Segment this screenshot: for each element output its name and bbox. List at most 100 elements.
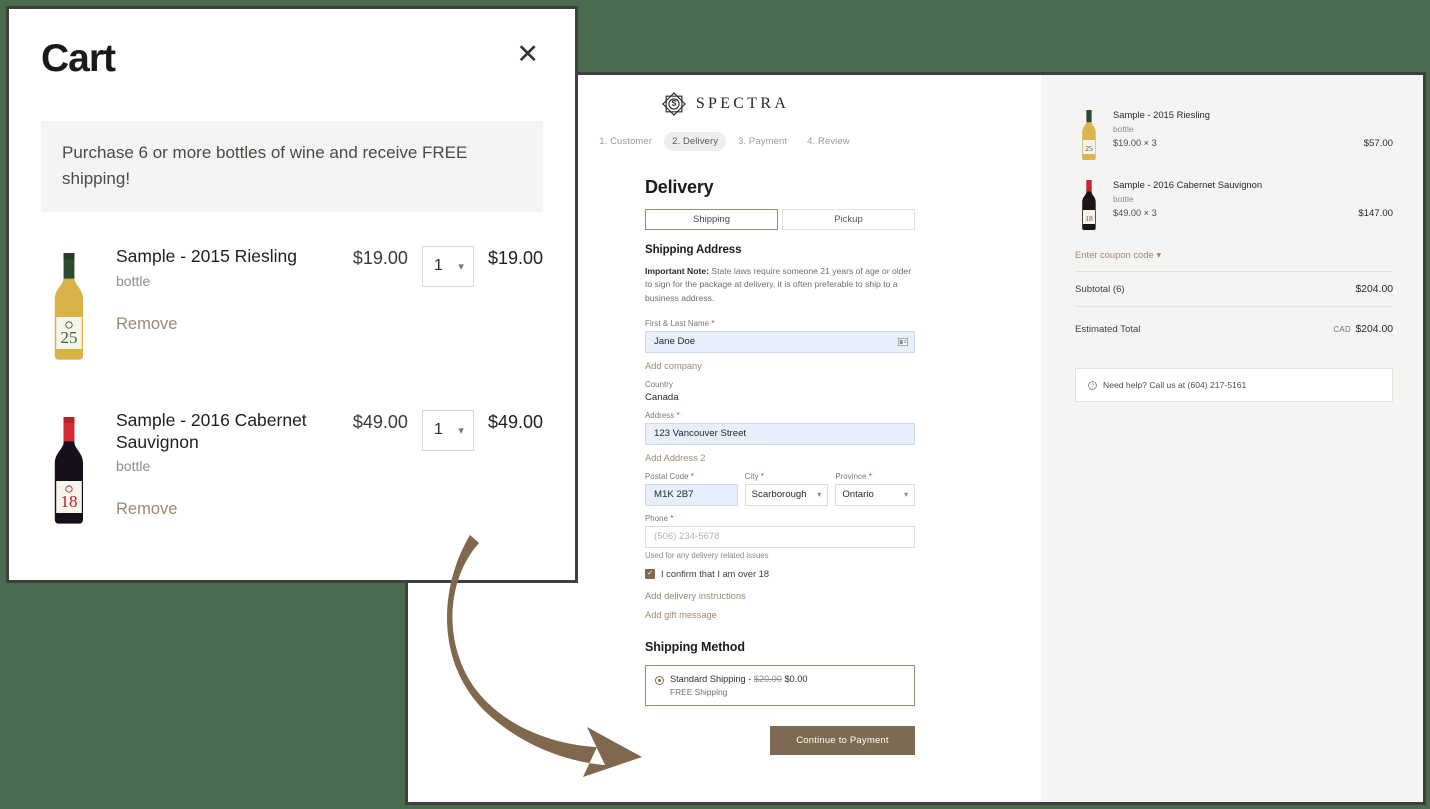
summary-item-line-total: $57.00 [1363, 137, 1393, 149]
summary-item-variant: bottle [1113, 193, 1134, 204]
delivery-method-toggle: Shipping Pickup [645, 209, 915, 230]
svg-text:18: 18 [60, 492, 77, 511]
white-wine-bottle-image: 25 [1082, 110, 1096, 160]
step-delivery[interactable]: 2. Delivery [664, 132, 727, 151]
phone-field-group: Phone * (506) 234-5678 [645, 514, 915, 548]
city-select-value: Scarborough [751, 489, 807, 501]
red-wine-bottle-image: 18 [1082, 180, 1096, 230]
shipping-option-prefix: Standard Shipping - [670, 673, 754, 684]
important-note: Important Note: State laws require someo… [645, 265, 915, 305]
shipping-option-sublabel: FREE Shipping [670, 686, 728, 697]
province-select[interactable]: Ontario ▾ [835, 483, 915, 506]
cart-item-variant: bottle [116, 458, 151, 475]
shipping-option-new-price: $0.00 [784, 673, 808, 684]
cart-item-info: Sample - 2015 Riesling bottle Remove [116, 246, 333, 334]
cart-item-line-total: $19.00 [487, 247, 543, 268]
required-marker: * [670, 513, 674, 523]
postal-label: Postal Code * [645, 472, 738, 481]
svg-text:25: 25 [60, 328, 77, 347]
province-label: Province * [835, 472, 915, 481]
name-input-value: Jane Doe [654, 336, 696, 348]
cart-title: Cart [41, 37, 116, 80]
country-field-group: Country Canada [645, 380, 915, 403]
add-gift-message-link[interactable]: Add gift message [645, 610, 915, 620]
shipping-option-standard[interactable]: Standard Shipping - $20.00 $0.00 FREE Sh… [645, 664, 915, 706]
cart-item-thumb: 25 [41, 246, 96, 368]
cart-item-unit-price: $19.00 [352, 247, 408, 268]
chevron-down-icon: ▾ [458, 424, 464, 437]
postal-field-group: Postal Code * M1K 2B7 [645, 472, 738, 506]
cart-modal: Cart ✕ Purchase 6 or more bottles of win… [6, 6, 578, 583]
cart-item-quantity-select[interactable]: 1 ▾ [421, 409, 474, 451]
step-review[interactable]: 4. Review [799, 132, 858, 151]
age-confirm-checkbox[interactable]: ✓ [645, 568, 655, 579]
address-input[interactable]: 123 Vancouver Street [645, 422, 915, 445]
page-title: Delivery [645, 177, 714, 197]
contact-card-icon[interactable] [898, 338, 908, 346]
postal-label-text: Postal Code [645, 471, 689, 481]
tab-shipping[interactable]: Shipping [645, 209, 778, 230]
cart-item-quantity-value: 1 [433, 421, 443, 439]
summary-item-unit-line: $19.00 × 3 [1113, 137, 1157, 148]
cart-item-name: Sample - 2015 Riesling [116, 245, 297, 266]
step-payment[interactable]: 3. Payment [730, 132, 795, 151]
continue-button-wrap: Continue to Payment [645, 725, 915, 755]
white-wine-bottle-image: 25 [54, 252, 83, 360]
question-circle-icon: ? [1088, 380, 1097, 390]
summary-item-unit-line: $49.00 × 3 [1113, 207, 1157, 218]
required-marker: * [760, 471, 764, 481]
coupon-code-toggle[interactable]: Enter coupon code ▾ [1075, 249, 1393, 261]
address-input-value: 123 Vancouver Street [654, 428, 747, 440]
estimated-total-label: Estimated Total [1075, 324, 1141, 335]
cart-header: Cart ✕ [41, 37, 543, 81]
summary-line-item: 25 Sample - 2015 Riesling bottle $19.00 … [1075, 109, 1393, 161]
country-label: Country [645, 379, 674, 389]
summary-item-thumb: 18 [1075, 179, 1103, 231]
tab-pickup[interactable]: Pickup [782, 209, 915, 230]
need-help-box: ? Need help? Call us at (604) 217-5161 [1075, 368, 1393, 402]
shipping-option-name: Standard Shipping - $20.00 $0.00 [670, 674, 807, 684]
chevron-down-icon: ▾ [817, 490, 822, 500]
add-company-link[interactable]: Add company [645, 361, 915, 371]
cart-item-thumb: 18 [41, 410, 96, 532]
currency-code: CAD [1333, 325, 1351, 334]
address-field-group: Address * 123 Vancouver Street [645, 411, 915, 445]
cart-item-line-total: $49.00 [487, 411, 543, 432]
step-customer[interactable]: 1. Customer [591, 132, 660, 151]
shipping-method-heading: Shipping Method [645, 639, 745, 654]
order-summary-panel: 25 Sample - 2015 Riesling bottle $19.00 … [1041, 75, 1423, 802]
cart-item-remove-link[interactable]: Remove [116, 315, 333, 334]
cart-item-unit-price: $49.00 [352, 411, 408, 432]
estimated-total-row: Estimated Total CAD $204.00 [1075, 307, 1393, 348]
chevron-down-icon: ▾ [903, 490, 908, 500]
shipping-option-radio[interactable] [655, 675, 664, 685]
add-delivery-instructions-link[interactable]: Add delivery instructions [645, 591, 915, 601]
age-confirm-label: I confirm that I am over 18 [661, 568, 769, 579]
cart-item-quantity-value: 1 [433, 257, 443, 275]
address-label-text: Address [645, 410, 675, 420]
summary-line-item: 18 Sample - 2016 Cabernet Sauvignon bott… [1075, 179, 1393, 231]
add-address2-link[interactable]: Add Address 2 [645, 453, 915, 463]
summary-item-body: Sample - 2016 Cabernet Sauvignon bottle … [1113, 179, 1393, 231]
cart-item-name: Sample - 2016 Cabernet Sauvignon [116, 409, 307, 452]
cart-item-info: Sample - 2016 Cabernet Sauvignon bottle … [116, 410, 333, 520]
shipping-option-old-price: $20.00 [753, 673, 782, 684]
province-select-value: Ontario [842, 489, 874, 501]
promo-banner: Purchase 6 or more bottles of wine and r… [41, 121, 543, 212]
city-select[interactable]: Scarborough ▾ [744, 483, 829, 506]
province-label-text: Province [835, 471, 867, 481]
svg-text:?: ? [1091, 383, 1094, 389]
age-confirm-row[interactable]: ✓ I confirm that I am over 18 [645, 568, 915, 579]
phone-label-text: Phone [645, 513, 669, 523]
summary-item-thumb: 25 [1075, 109, 1103, 161]
cart-item-remove-link[interactable]: Remove [116, 500, 333, 519]
continue-to-payment-button[interactable]: Continue to Payment [770, 725, 915, 755]
phone-input[interactable]: (506) 234-5678 [645, 525, 915, 548]
close-icon[interactable]: ✕ [512, 37, 543, 72]
svg-text:25: 25 [1085, 144, 1093, 153]
cart-item-quantity-select[interactable]: 1 ▾ [421, 245, 474, 287]
name-input[interactable]: Jane Doe [645, 330, 915, 353]
cart-item-pricing: $19.00 1 ▾ $19.00 [352, 245, 543, 287]
required-marker: * [676, 410, 680, 420]
postal-input[interactable]: M1K 2B7 [645, 483, 738, 506]
